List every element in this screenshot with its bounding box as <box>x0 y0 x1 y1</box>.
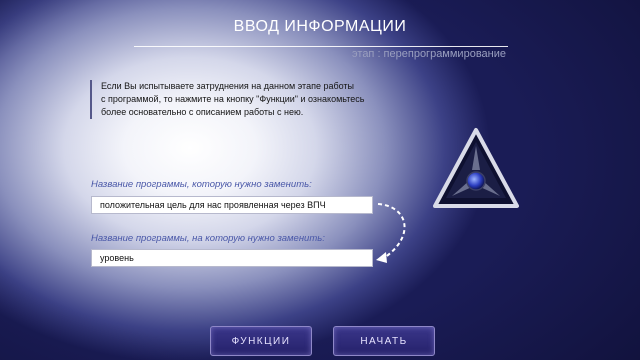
new-program-label: Название программы, на которую нужно зам… <box>91 233 325 244</box>
page-title: ВВОД ИНФОРМАЦИИ <box>233 18 407 35</box>
new-program-field[interactable]: уровень <box>91 249 373 267</box>
replace-program-label: Название программы, которую нужно замени… <box>91 179 312 190</box>
help-text: Если Вы испытываете затруднения на данно… <box>90 80 401 119</box>
start-button[interactable]: НАЧАТЬ <box>333 326 435 356</box>
help-text-line: более основательно с описанием работы с … <box>101 107 304 117</box>
functions-button[interactable]: ФУНКЦИИ <box>210 326 312 356</box>
replace-program-field[interactable]: положительная цель для нас проявленная ч… <box>91 196 373 214</box>
help-text-line: с программой, то нажмите на кнопку "Функ… <box>101 94 365 104</box>
help-text-line: Если Вы испытываете затруднения на данно… <box>101 81 355 91</box>
stage-label: этап : перепрограммирование <box>352 48 506 60</box>
curved-arrow-icon <box>376 203 406 263</box>
title-divider <box>134 46 508 47</box>
triangle-emblem-icon <box>433 128 519 208</box>
